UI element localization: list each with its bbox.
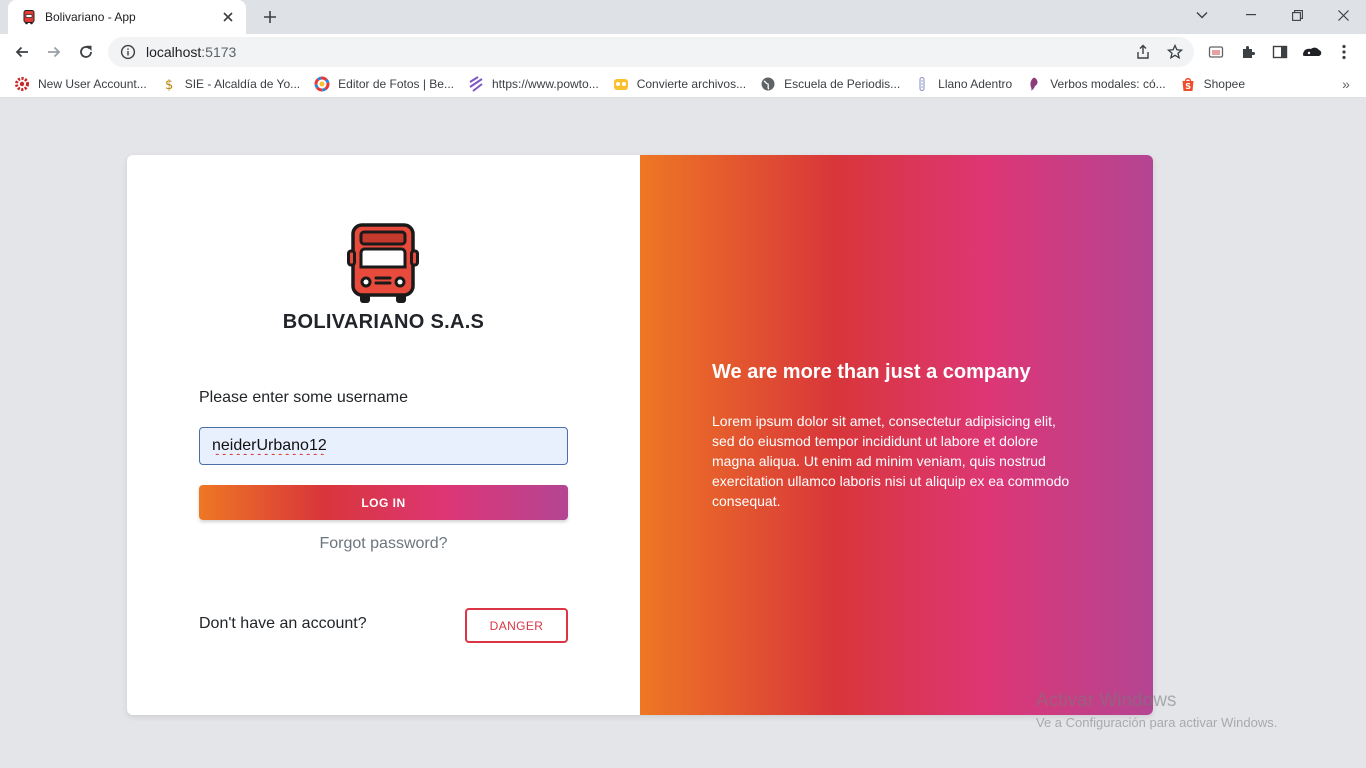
promo-heading: We are more than just a company: [712, 361, 1031, 383]
bookmark-item[interactable]: S Shopee: [1174, 72, 1253, 96]
reload-icon[interactable]: [72, 38, 100, 66]
browser-toolbar: localhost:5173: [0, 34, 1366, 70]
promo-panel: We are more than just a company Lorem ip…: [640, 155, 1153, 715]
powtoon-icon: [468, 75, 484, 92]
promo-body: Lorem ipsum dolor sit amet, consectetur …: [712, 413, 1070, 509]
cast-icon[interactable]: [1202, 38, 1230, 66]
bookmark-item[interactable]: Escuela de Periodis...: [754, 72, 908, 96]
company-name: BOLIVARIANO S.A.S: [282, 311, 485, 333]
svg-text:S: S: [1185, 82, 1191, 91]
svg-text:$: $: [165, 78, 173, 92]
back-icon[interactable]: [8, 38, 36, 66]
restore-icon[interactable]: [1274, 0, 1320, 30]
browser-menu-icon[interactable]: [1330, 38, 1358, 66]
login-card: BOLIVARIANO S.A.S Please enter some user…: [127, 155, 1153, 715]
watermark-subtitle: Ve a Configuración para activar Windows.: [1036, 715, 1278, 730]
bus-favicon-icon: [21, 9, 37, 25]
forward-icon[interactable]: [40, 38, 68, 66]
close-window-icon[interactable]: [1320, 0, 1366, 30]
bookmark-item[interactable]: Verbos modales: có...: [1020, 72, 1173, 96]
more-bookmarks-icon[interactable]: »: [1336, 74, 1356, 94]
danger-button[interactable]: DANGER: [465, 608, 568, 643]
windows-activation-watermark: Activar Windows Ve a Configuración para …: [1036, 690, 1277, 730]
bookmark-star-icon[interactable]: [1162, 39, 1188, 65]
no-account-label: Don't have an account?: [199, 615, 367, 632]
color-wheel-icon: [314, 76, 330, 92]
bookmark-item[interactable]: Llano Adentro: [908, 72, 1020, 96]
extensions-puzzle-icon[interactable]: [1234, 38, 1262, 66]
url-text: localhost:5173: [146, 44, 237, 60]
login-button[interactable]: LOG IN: [199, 485, 568, 520]
close-tab-icon[interactable]: [220, 9, 236, 25]
shopee-icon: S: [1180, 76, 1196, 92]
tab-search-icon[interactable]: [1180, 0, 1224, 30]
bookmark-item[interactable]: https://www.powto...: [462, 72, 607, 96]
sound-icon: [914, 76, 930, 92]
share-icon[interactable]: [1130, 39, 1156, 65]
site-info-icon[interactable]: [120, 44, 136, 60]
forgot-password-link[interactable]: Forgot password?: [127, 535, 640, 553]
convert-icon: [613, 76, 629, 92]
browser-tab[interactable]: Bolivariano - App: [8, 0, 246, 34]
tab-strip: Bolivariano - App: [0, 0, 1366, 34]
login-panel: BOLIVARIANO S.A.S Please enter some user…: [127, 155, 640, 715]
username-input[interactable]: [199, 427, 568, 465]
tab-title: Bolivariano - App: [45, 10, 136, 24]
bookmark-item[interactable]: New User Account...: [8, 72, 155, 96]
new-tab-button[interactable]: [258, 6, 282, 28]
bus-logo-icon: [347, 221, 419, 305]
watermark-title: Activar Windows: [1036, 690, 1177, 711]
address-bar[interactable]: localhost:5173: [108, 37, 1194, 67]
bookmark-item[interactable]: Editor de Fotos | Be...: [308, 72, 462, 96]
bookmark-item[interactable]: Convierte archivos...: [607, 72, 754, 96]
minimize-icon[interactable]: [1228, 0, 1274, 30]
window-controls: [1180, 0, 1366, 30]
side-panel-icon[interactable]: [1266, 38, 1294, 66]
globe-icon: [760, 76, 776, 92]
username-prompt: Please enter some username: [199, 389, 408, 406]
dollar-icon: $: [161, 76, 177, 92]
purple-leaf-icon: [1026, 76, 1042, 92]
bookmark-item[interactable]: $ SIE - Alcaldía de Yo...: [155, 72, 308, 96]
bookmarks-bar: New User Account... $ SIE - Alcaldía de …: [0, 70, 1366, 98]
profile-avatar-icon[interactable]: [1298, 38, 1326, 66]
gear-red-icon: [14, 76, 30, 92]
